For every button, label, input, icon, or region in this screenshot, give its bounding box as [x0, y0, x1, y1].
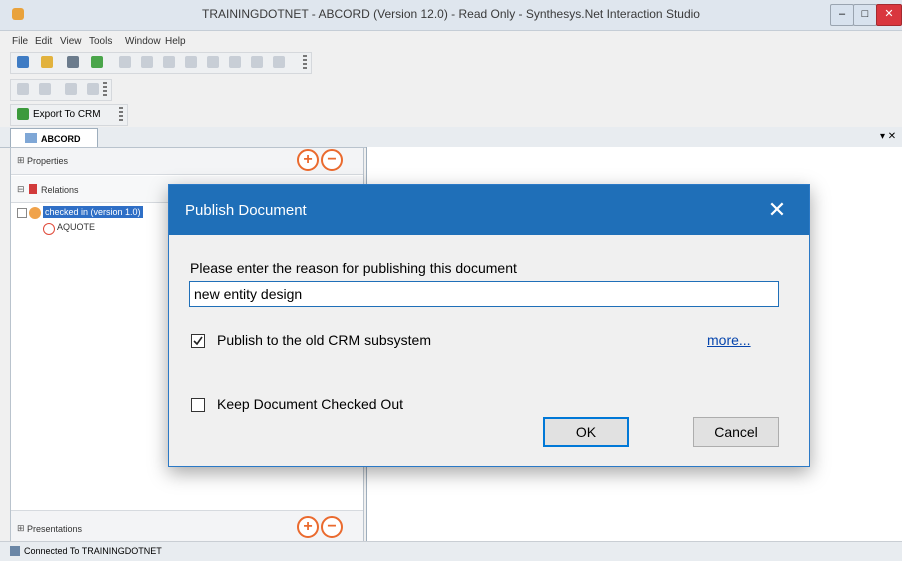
disabled-tool-icon[interactable] [273, 56, 285, 68]
menu-help[interactable]: Help [165, 36, 186, 47]
expand-icon[interactable]: ⊞ [17, 523, 25, 534]
export-to-crm-button[interactable]: Export To CRM [33, 109, 101, 120]
tree-toggle-icon[interactable] [17, 208, 27, 218]
menu-bar: File Edit View Tools Window Help [0, 36, 902, 52]
expand-icon[interactable]: ⊞ [17, 155, 25, 166]
tab-label: ABCORD [41, 134, 81, 144]
toolbar-grip[interactable] [303, 55, 307, 71]
disabled-tool-icon[interactable] [141, 56, 153, 68]
properties-header[interactable]: ⊞ Properties + − [11, 148, 363, 175]
remove-property-button[interactable]: − [321, 149, 343, 171]
presentations-label: Presentations [27, 524, 83, 534]
remove-presentation-button[interactable]: − [321, 516, 343, 538]
document-icon [25, 133, 37, 143]
menu-file[interactable]: File [12, 36, 28, 47]
tree-node-aquote[interactable]: AQUOTE [57, 222, 95, 232]
checkmark-icon [193, 336, 203, 346]
cancel-button[interactable]: Cancel [693, 417, 779, 447]
disabled-tool-icon[interactable] [39, 83, 51, 95]
menu-tools[interactable]: Tools [89, 36, 112, 47]
chart-icon[interactable] [91, 56, 103, 68]
tree-node-selected[interactable]: checked in (version 1.0) [43, 206, 143, 218]
publish-document-dialog: Publish Document ✕ Please enter the reas… [168, 184, 810, 467]
window-close-button[interactable]: ✕ [876, 4, 902, 26]
secondary-toolbar [10, 79, 112, 101]
add-presentation-button[interactable]: + [297, 516, 319, 538]
maximize-button[interactable]: □ [853, 4, 877, 26]
document-tab-strip [0, 127, 902, 148]
keep-checked-out-checkbox[interactable] [191, 398, 205, 412]
relation-node-icon [29, 207, 41, 219]
minimize-button[interactable]: – [830, 4, 854, 26]
menu-view[interactable]: View [60, 36, 82, 47]
menu-window[interactable]: Window [125, 36, 161, 47]
publish-old-crm-checkbox[interactable] [191, 334, 205, 348]
status-text: Connected To TRAININGDOTNET [24, 546, 162, 556]
menu-edit[interactable]: Edit [35, 36, 52, 47]
dialog-close-button[interactable]: ✕ [761, 195, 793, 225]
disabled-tool-icon[interactable] [119, 56, 131, 68]
main-toolbar [10, 52, 312, 74]
ok-button[interactable]: OK [543, 417, 629, 447]
connection-icon [10, 546, 20, 556]
keep-checked-out-label: Keep Document Checked Out [217, 396, 403, 412]
tab-abcord[interactable]: ABCORD [10, 128, 98, 148]
toolbar-grip[interactable] [103, 82, 107, 98]
properties-label: Properties [27, 156, 69, 166]
presentations-header[interactable]: ⊞ Presentations + − [11, 510, 363, 542]
relations-label: Relations [41, 185, 79, 195]
export-icon [17, 108, 29, 120]
add-property-button[interactable]: + [297, 149, 319, 171]
open-icon[interactable] [41, 56, 53, 68]
dialog-titlebar: Publish Document ✕ [169, 185, 809, 235]
delete-icon[interactable] [67, 56, 79, 68]
disabled-tool-icon[interactable] [17, 83, 29, 95]
more-link[interactable]: more... [707, 332, 751, 348]
disabled-tool-icon[interactable] [229, 56, 241, 68]
relations-icon [29, 184, 37, 194]
disabled-tool-icon[interactable] [65, 83, 77, 95]
disabled-tool-icon[interactable] [163, 56, 175, 68]
toolbar-grip[interactable] [119, 107, 123, 123]
export-toolbar: Export To CRM [10, 104, 128, 126]
publish-old-crm-label: Publish to the old CRM subsystem [217, 332, 431, 348]
disabled-tool-icon[interactable] [185, 56, 197, 68]
disabled-tool-icon[interactable] [207, 56, 219, 68]
disabled-tool-icon[interactable] [87, 83, 99, 95]
tab-pin-close[interactable]: ▾ ✕ [880, 131, 896, 142]
window-titlebar: TRAININGDOTNET - ABCORD (Version 12.0) -… [0, 0, 902, 31]
dialog-title: Publish Document [185, 202, 307, 219]
quote-node-icon [43, 223, 55, 235]
disabled-tool-icon[interactable] [251, 56, 263, 68]
collapse-icon[interactable]: ⊟ [17, 184, 25, 195]
status-bar: Connected To TRAININGDOTNET [0, 541, 902, 561]
new-icon[interactable] [17, 56, 29, 68]
reason-prompt: Please enter the reason for publishing t… [190, 260, 517, 276]
window-title: TRAININGDOTNET - ABCORD (Version 12.0) -… [202, 7, 700, 21]
reason-input[interactable] [189, 281, 779, 307]
